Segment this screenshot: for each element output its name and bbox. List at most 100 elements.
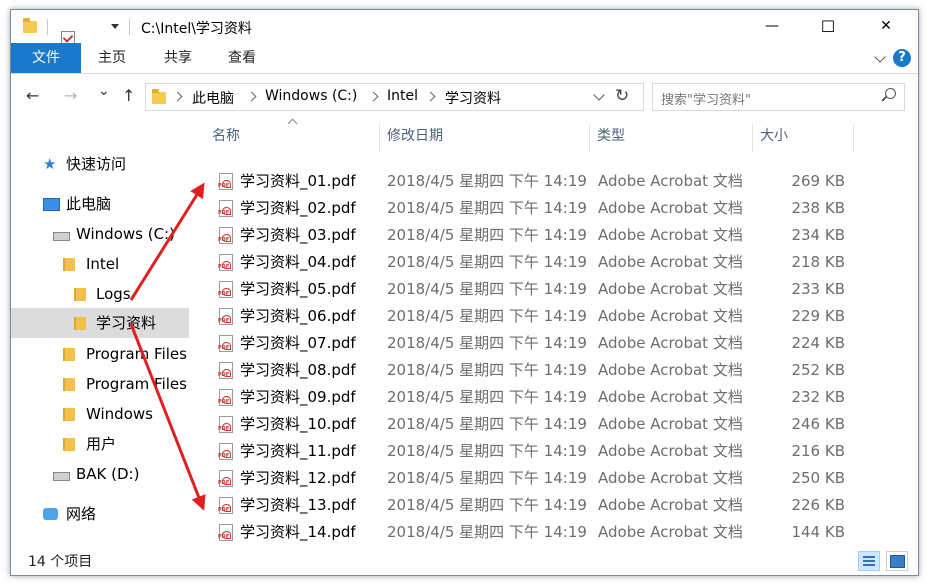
tab-file[interactable]: 文件 xyxy=(11,43,81,73)
file-size: 226 KB xyxy=(791,496,845,514)
table-row[interactable]: 学习资料_13.pdf 2018/4/5 星期四 下午 14:19 Adobe Ac… xyxy=(189,492,918,524)
file-name: 学习资料_01.pdf xyxy=(240,172,356,190)
breadcrumb-intel[interactable]: Intel xyxy=(387,88,418,104)
file-type: Adobe Acrobat 文档 xyxy=(598,361,743,379)
file-name: 学习资料_14.pdf xyxy=(240,523,356,541)
file-type: Adobe Acrobat 文档 xyxy=(598,442,743,460)
file-name: 学习资料_07.pdf xyxy=(240,334,356,352)
column-header-date[interactable]: 修改日期 xyxy=(387,118,443,154)
address-bar[interactable]: 此电脑 Windows (C:) Intel 学习资料 ↻ xyxy=(145,83,644,111)
tree-item-users[interactable]: 用户 xyxy=(11,429,189,459)
up-button[interactable]: ↑ xyxy=(122,86,135,105)
tree-item-network[interactable]: 网络 xyxy=(11,499,189,529)
tree-item-logs[interactable]: Logs xyxy=(11,279,189,309)
file-date: 2018/4/5 星期四 下午 14:19 xyxy=(387,334,587,352)
search-icon xyxy=(885,88,896,99)
tab-view[interactable]: 查看 xyxy=(228,43,256,73)
column-header-size[interactable]: 大小 xyxy=(760,118,788,154)
tree-item-c-drive[interactable]: Windows (C:) xyxy=(11,219,189,249)
tree-item-program-files-x86[interactable]: Program Files xyxy=(11,369,189,399)
table-row[interactable]: 学习资料_14.pdf 2018/4/5 星期四 下午 14:19 Adobe Ac… xyxy=(189,519,918,551)
chevron-right-icon[interactable] xyxy=(172,91,183,102)
tree-item-study[interactable]: 学习资料 xyxy=(11,308,189,338)
pdf-file-icon xyxy=(218,497,233,524)
tree-item-this-pc[interactable]: 此电脑 xyxy=(11,189,189,219)
file-name: 学习资料_03.pdf xyxy=(240,226,356,244)
tree-item-label: 网络 xyxy=(66,505,97,523)
table-row[interactable]: 学习资料_12.pdf 2018/4/5 星期四 下午 14:19 Adobe Ac… xyxy=(189,465,918,497)
table-row[interactable]: 学习资料_07.pdf 2018/4/5 星期四 下午 14:19 Adobe Ac… xyxy=(189,330,918,362)
table-row[interactable]: 学习资料_01.pdf 2018/4/5 星期四 下午 14:19 Adobe Ac… xyxy=(189,168,918,200)
refresh-button[interactable]: ↻ xyxy=(615,86,629,106)
expand-ribbon-icon[interactable] xyxy=(874,51,886,63)
table-row[interactable]: 学习资料_09.pdf 2018/4/5 星期四 下午 14:19 Adobe Ac… xyxy=(189,384,918,416)
file-size: 218 KB xyxy=(791,253,845,271)
table-row[interactable]: 学习资料_06.pdf 2018/4/5 星期四 下午 14:19 Adobe Ac… xyxy=(189,303,918,335)
chevron-right-icon[interactable] xyxy=(368,91,379,102)
file-size: 229 KB xyxy=(791,307,845,325)
drive-icon xyxy=(53,472,70,481)
table-row[interactable]: 学习资料_08.pdf 2018/4/5 星期四 下午 14:19 Adobe Ac… xyxy=(189,357,918,389)
table-row[interactable]: 学习资料_10.pdf 2018/4/5 星期四 下午 14:19 Adobe Ac… xyxy=(189,411,918,443)
window-title: C:\Intel\学习资料 xyxy=(141,21,252,37)
tree-item-intel[interactable]: Intel xyxy=(11,249,189,279)
file-size: 224 KB xyxy=(791,334,845,352)
column-header-type[interactable]: 类型 xyxy=(597,118,625,154)
pdf-file-icon xyxy=(218,200,233,227)
quick-access-dropdown-icon[interactable] xyxy=(111,24,119,29)
folder-icon xyxy=(63,258,75,271)
tab-share[interactable]: 共享 xyxy=(164,43,192,73)
folder-icon xyxy=(74,317,86,330)
file-size: 252 KB xyxy=(791,361,845,379)
file-name: 学习资料_05.pdf xyxy=(240,280,356,298)
details-view-button[interactable] xyxy=(858,551,880,571)
search-input[interactable]: 搜索"学习资料" xyxy=(661,89,751,108)
column-divider[interactable] xyxy=(752,124,753,152)
tab-home[interactable]: 主页 xyxy=(98,43,126,73)
file-size: 232 KB xyxy=(791,388,845,406)
file-type: Adobe Acrobat 文档 xyxy=(598,172,743,190)
maximize-button[interactable]: ☐ xyxy=(805,10,851,43)
search-box[interactable]: 搜索"学习资料" xyxy=(652,83,905,111)
breadcrumb-study[interactable]: 学习资料 xyxy=(445,88,501,108)
table-row[interactable]: 学习资料_05.pdf 2018/4/5 星期四 下午 14:19 Adobe Ac… xyxy=(189,276,918,308)
tree-item-label: Windows xyxy=(86,405,153,423)
tree-item-d-drive[interactable]: BAK (D:) xyxy=(11,459,189,489)
breadcrumb-c-drive[interactable]: Windows (C:) xyxy=(265,88,357,104)
file-date: 2018/4/5 星期四 下午 14:19 xyxy=(387,280,587,298)
address-dropdown-icon[interactable] xyxy=(593,89,605,101)
column-divider[interactable] xyxy=(379,124,380,152)
column-divider[interactable] xyxy=(853,124,854,152)
drive-icon xyxy=(53,232,70,241)
folder-icon xyxy=(74,288,86,301)
table-row[interactable]: 学习资料_03.pdf 2018/4/5 星期四 下午 14:19 Adobe Ac… xyxy=(189,222,918,254)
file-type: Adobe Acrobat 文档 xyxy=(598,388,743,406)
folder-icon xyxy=(23,18,37,33)
table-row[interactable]: 学习资料_04.pdf 2018/4/5 星期四 下午 14:19 Adobe Ac… xyxy=(189,249,918,281)
chevron-right-icon[interactable] xyxy=(425,91,436,102)
close-button[interactable]: ✕ xyxy=(863,10,909,43)
table-row[interactable]: 学习资料_02.pdf 2018/4/5 星期四 下午 14:19 Adobe Ac… xyxy=(189,195,918,227)
file-type: Adobe Acrobat 文档 xyxy=(598,415,743,433)
pdf-file-icon xyxy=(218,389,233,416)
recent-locations-button[interactable]: ⌄ xyxy=(98,83,110,99)
divider xyxy=(47,19,48,35)
file-date: 2018/4/5 星期四 下午 14:19 xyxy=(387,253,587,271)
tree-item-windows[interactable]: Windows xyxy=(11,399,189,429)
table-row[interactable]: 学习资料_11.pdf 2018/4/5 星期四 下午 14:19 Adobe Ac… xyxy=(189,438,918,470)
file-date: 2018/4/5 星期四 下午 14:19 xyxy=(387,307,587,325)
back-button[interactable]: ← xyxy=(26,86,39,105)
breadcrumb-this-pc[interactable]: 此电脑 xyxy=(192,88,234,108)
large-icons-view-icon xyxy=(890,555,905,568)
tree-item-quick-access[interactable]: ★ 快速访问 xyxy=(11,149,189,179)
tree-item-program-files[interactable]: Program Files xyxy=(11,339,189,369)
chevron-right-icon[interactable] xyxy=(246,91,257,102)
column-header-name[interactable]: 名称 xyxy=(212,118,240,154)
forward-button[interactable]: → xyxy=(64,86,77,105)
help-icon[interactable]: ? xyxy=(893,49,911,67)
column-divider[interactable] xyxy=(589,124,590,152)
file-size: 269 KB xyxy=(791,172,845,190)
tree-item-label: 学习资料 xyxy=(96,314,157,332)
large-icons-view-button[interactable] xyxy=(886,551,908,571)
minimize-button[interactable]: — xyxy=(749,10,795,43)
